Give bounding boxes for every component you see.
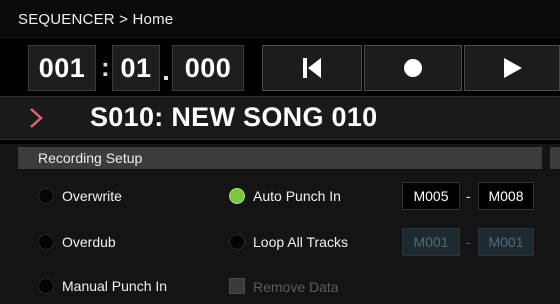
page-title: SEQUENCER > Home xyxy=(18,11,174,28)
record-button[interactable] xyxy=(364,45,462,91)
loop-end-field[interactable]: M001 xyxy=(478,228,534,256)
locator-bar[interactable]: 001 xyxy=(28,45,96,91)
overwrite-label: Overwrite xyxy=(62,188,122,204)
overdub-radio[interactable] xyxy=(38,234,54,250)
loop-all-tracks-label: Loop All Tracks xyxy=(253,234,348,250)
loop-all-tracks-radio[interactable] xyxy=(229,234,245,250)
auto-punch-start-field[interactable]: M005 xyxy=(402,182,460,210)
skip-to-start-icon xyxy=(303,58,321,78)
play-button[interactable] xyxy=(464,45,560,91)
auto-punch-in-label: Auto Punch In xyxy=(253,188,341,204)
song-name: S010: NEW SONG 010 xyxy=(90,102,378,132)
song-select-bar[interactable]: S010: NEW SONG 010 xyxy=(0,96,560,140)
loop-range-dash: - xyxy=(466,234,471,250)
title-bar: SEQUENCER > Home xyxy=(0,0,560,38)
remove-data-label: Remove Data xyxy=(253,279,339,295)
manual-punch-in-label: Manual Punch In xyxy=(62,278,168,294)
rewind-button[interactable] xyxy=(262,45,362,91)
section-title: Recording Setup xyxy=(38,150,143,166)
play-icon xyxy=(504,58,522,78)
locator-dot xyxy=(164,76,168,80)
loop-start-field[interactable]: M001 xyxy=(402,228,460,256)
chevron-right-icon xyxy=(30,108,43,128)
locator-separator: : xyxy=(101,52,110,82)
record-icon xyxy=(404,59,422,77)
auto-punch-in-radio[interactable] xyxy=(229,188,245,204)
manual-punch-in-radio[interactable] xyxy=(38,278,54,294)
section-header-next xyxy=(550,147,560,169)
auto-punch-range-dash: - xyxy=(466,188,471,204)
song-select-arrow[interactable] xyxy=(0,97,72,139)
remove-data-checkbox[interactable] xyxy=(229,278,245,294)
overwrite-radio[interactable] xyxy=(38,188,54,204)
locator-beat[interactable]: 01 xyxy=(112,45,160,91)
auto-punch-end-field[interactable]: M008 xyxy=(478,182,534,210)
overdub-label: Overdub xyxy=(62,234,116,250)
locator-tick[interactable]: 000 xyxy=(172,45,244,91)
